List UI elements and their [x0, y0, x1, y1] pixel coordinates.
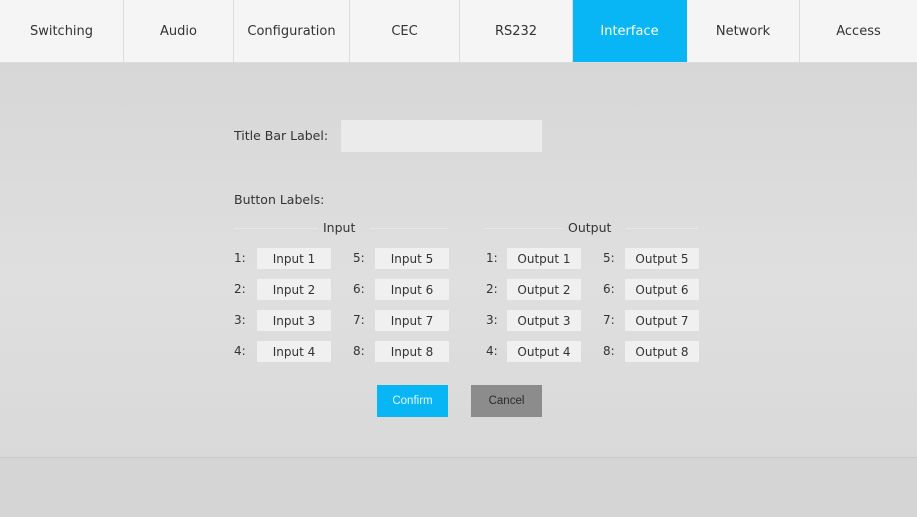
input-6-label-field[interactable]	[375, 279, 449, 300]
input-7-label-field[interactable]	[375, 310, 449, 331]
input-number: 6:	[353, 282, 365, 296]
input-4-label-field[interactable]	[257, 341, 331, 362]
output-6-label-field[interactable]	[625, 279, 699, 300]
output-heading-label: Output	[568, 220, 612, 235]
title-bar-label: Title Bar Label:	[234, 128, 329, 143]
input-section-heading: Input	[234, 220, 448, 236]
output-number: 8:	[603, 344, 615, 358]
tab-configuration[interactable]: Configuration	[234, 0, 350, 62]
input-number: 7:	[353, 313, 365, 327]
input-number: 4:	[234, 344, 246, 358]
tab-interface[interactable]: Interface	[573, 0, 687, 62]
tab-network[interactable]: Network	[687, 0, 800, 62]
output-section-heading: Output	[484, 220, 698, 236]
tab-switching[interactable]: Switching	[0, 0, 124, 62]
input-3-label-field[interactable]	[257, 310, 331, 331]
input-1-label-field[interactable]	[257, 248, 331, 269]
divider	[234, 228, 318, 229]
tab-access[interactable]: Access	[800, 0, 917, 62]
output-4-label-field[interactable]	[507, 341, 581, 362]
output-number: 2:	[486, 282, 498, 296]
tab-rs232[interactable]: RS232	[460, 0, 573, 62]
cancel-button[interactable]: Cancel	[471, 385, 542, 417]
footer-bar	[0, 457, 917, 517]
output-number: 3:	[486, 313, 498, 327]
input-heading-label: Input	[323, 220, 356, 235]
input-2-label-field[interactable]	[257, 279, 331, 300]
divider	[626, 228, 698, 229]
input-5-label-field[interactable]	[375, 248, 449, 269]
input-number: 5:	[353, 251, 365, 265]
output-7-label-field[interactable]	[625, 310, 699, 331]
input-number: 2:	[234, 282, 246, 296]
button-labels-heading: Button Labels:	[234, 192, 325, 207]
title-bar-input[interactable]	[341, 120, 542, 152]
output-number: 7:	[603, 313, 615, 327]
input-8-label-field[interactable]	[375, 341, 449, 362]
output-1-label-field[interactable]	[507, 248, 581, 269]
divider	[370, 228, 448, 229]
tab-cec[interactable]: CEC	[350, 0, 460, 62]
divider	[484, 228, 564, 229]
tab-bar: Switching Audio Configuration CEC RS232 …	[0, 0, 917, 62]
output-number: 5:	[603, 251, 615, 265]
output-2-label-field[interactable]	[507, 279, 581, 300]
tab-audio[interactable]: Audio	[124, 0, 234, 62]
output-number: 4:	[486, 344, 498, 358]
output-number: 1:	[486, 251, 498, 265]
output-5-label-field[interactable]	[625, 248, 699, 269]
input-number: 3:	[234, 313, 246, 327]
input-number: 8:	[353, 344, 365, 358]
confirm-button[interactable]: Confirm	[377, 385, 448, 417]
output-3-label-field[interactable]	[507, 310, 581, 331]
output-8-label-field[interactable]	[625, 341, 699, 362]
output-number: 6:	[603, 282, 615, 296]
input-number: 1:	[234, 251, 246, 265]
